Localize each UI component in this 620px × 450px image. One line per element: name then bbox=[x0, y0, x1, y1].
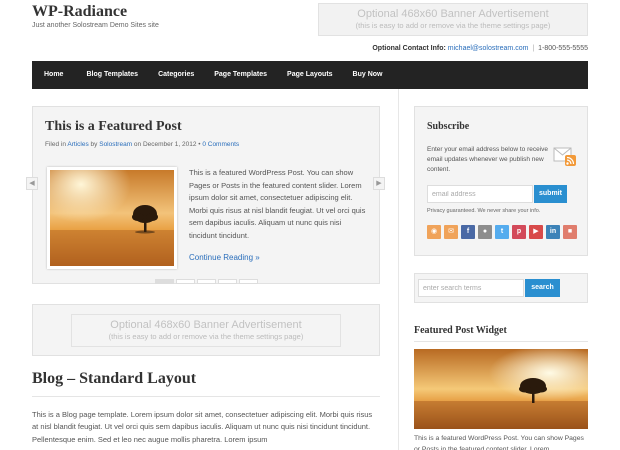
meta-category-link[interactable]: Articles bbox=[67, 141, 88, 148]
flickr-icon[interactable]: ● bbox=[478, 225, 492, 239]
banner-ad-title: Optional 468x60 Banner Advertisement bbox=[357, 8, 549, 20]
featured-widget-divider bbox=[414, 341, 588, 342]
search-input[interactable] bbox=[418, 279, 524, 297]
blog-heading: Blog – Standard Layout bbox=[32, 370, 197, 387]
subscribe-title: Subscribe bbox=[427, 121, 470, 132]
chevron-right-icon: ▶ bbox=[376, 180, 382, 187]
slider-pagination bbox=[155, 279, 258, 284]
content-banner-ad-container: Optional 468x60 Banner Advertisement (th… bbox=[32, 304, 380, 356]
featured-widget-image[interactable] bbox=[414, 349, 588, 429]
contact-phone: 1-800-555-5555 bbox=[538, 45, 588, 52]
featured-widget-title: Featured Post Widget bbox=[414, 325, 507, 336]
sunset-tree-image bbox=[50, 170, 174, 266]
pinterest-icon[interactable]: p bbox=[512, 225, 526, 239]
site-tagline: Just another Solostream Demo Sites site bbox=[32, 22, 159, 29]
meta-author-link[interactable]: Solostream bbox=[99, 141, 132, 148]
subscribe-description: Enter your email address below to receiv… bbox=[427, 146, 549, 173]
content-banner-ad[interactable]: Optional 468x60 Banner Advertisement (th… bbox=[71, 314, 341, 347]
continue-reading-link[interactable]: Continue Reading » bbox=[189, 253, 260, 262]
contact-label: Optional Contact Info: bbox=[372, 45, 446, 52]
youtube-icon[interactable]: ▶ bbox=[529, 225, 543, 239]
contact-info: Optional Contact Info: michael@solostrea… bbox=[372, 45, 588, 52]
blog-divider bbox=[32, 396, 380, 397]
column-divider bbox=[398, 89, 399, 450]
meta-comments-link[interactable]: 0 Comments bbox=[202, 141, 239, 148]
banner-ad-subtitle: (this is easy to add or remove via the t… bbox=[355, 21, 551, 30]
subscribe-email-input[interactable] bbox=[427, 185, 533, 203]
featured-post-image[interactable] bbox=[47, 167, 177, 269]
linkedin-icon[interactable]: in bbox=[546, 225, 560, 239]
chevron-left-icon: ◀ bbox=[29, 180, 35, 187]
featured-post-meta: Filed in Articles by Solostream on Decem… bbox=[45, 141, 239, 148]
twitter-icon[interactable]: t bbox=[495, 225, 509, 239]
contact-email-link[interactable]: michael@solostream.com bbox=[448, 45, 529, 52]
email-rss-icon bbox=[553, 147, 576, 166]
nav-item-categories[interactable]: Categories bbox=[148, 61, 204, 89]
subscribe-submit-button[interactable]: submit bbox=[534, 185, 567, 203]
main-nav: Home Blog Templates Categories Page Temp… bbox=[32, 61, 588, 89]
content-banner-subtitle: (this is easy to add or remove via the t… bbox=[108, 332, 304, 341]
site-header: WP-Radiance Just another Solostream Demo… bbox=[0, 0, 620, 60]
featured-post-excerpt: This is a featured WordPress Post. You c… bbox=[189, 168, 366, 240]
slider-prev-arrow[interactable]: ◀ bbox=[26, 177, 38, 190]
content-banner-title: Optional 468x60 Banner Advertisement bbox=[110, 319, 302, 331]
social-icons: ◉ ✉ f ● t p ▶ in ■ bbox=[427, 225, 577, 239]
featured-slider: This is a Featured Post Filed in Article… bbox=[32, 106, 380, 284]
site-title[interactable]: WP-Radiance bbox=[32, 3, 127, 21]
meta-prefix: Filed in bbox=[45, 141, 66, 148]
slider-dot-5[interactable] bbox=[239, 279, 258, 284]
nav-item-blog-templates[interactable]: Blog Templates bbox=[76, 61, 148, 89]
sunset-tree-widget-image bbox=[414, 349, 588, 429]
slider-dot-4[interactable] bbox=[218, 279, 237, 284]
rss-icon[interactable]: ◉ bbox=[427, 225, 441, 239]
contact-separator: | bbox=[532, 45, 535, 52]
subscribe-widget: Subscribe Enter your email address below… bbox=[414, 106, 588, 256]
nav-item-page-templates[interactable]: Page Templates bbox=[204, 61, 277, 89]
slider-dot-2[interactable] bbox=[176, 279, 195, 284]
search-widget: search bbox=[414, 273, 588, 303]
featured-widget-excerpt: This is a featured WordPress Post. You c… bbox=[414, 435, 584, 450]
featured-post-title[interactable]: This is a Featured Post bbox=[45, 119, 182, 135]
blog-intro-text: This is a Blog page template. Lorem ipsu… bbox=[32, 410, 373, 444]
facebook-icon[interactable]: f bbox=[461, 225, 475, 239]
meta-by: by bbox=[90, 141, 98, 148]
meta-date: on December 1, 2012 • bbox=[133, 141, 201, 148]
slider-dot-3[interactable] bbox=[197, 279, 216, 284]
email-icon[interactable]: ✉ bbox=[444, 225, 458, 239]
header-banner-ad[interactable]: Optional 468x60 Banner Advertisement (th… bbox=[318, 3, 588, 36]
privacy-note: Privacy guaranteed. We never share your … bbox=[427, 208, 541, 214]
nav-item-buy-now[interactable]: Buy Now bbox=[343, 61, 393, 89]
nav-item-page-layouts[interactable]: Page Layouts bbox=[277, 61, 343, 89]
search-button[interactable]: search bbox=[525, 279, 560, 297]
video-icon[interactable]: ■ bbox=[563, 225, 577, 239]
slider-next-arrow[interactable]: ▶ bbox=[373, 177, 385, 190]
nav-item-home[interactable]: Home bbox=[34, 61, 73, 89]
slider-dot-1[interactable] bbox=[155, 279, 174, 284]
